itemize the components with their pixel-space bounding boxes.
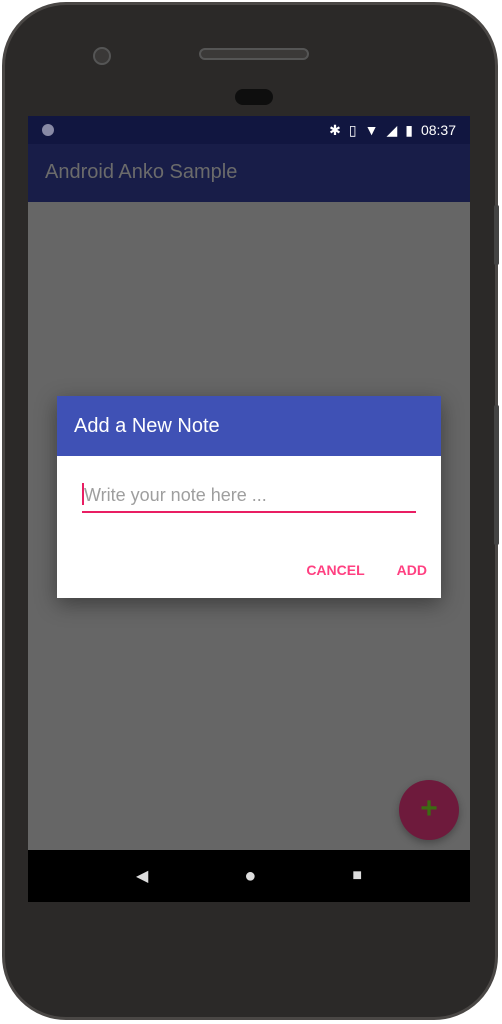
bluetooth-icon: ✱ — [329, 121, 341, 138]
volume-button[interactable] — [494, 405, 499, 545]
add-button[interactable]: ADD — [397, 562, 427, 578]
proximity-sensor — [235, 89, 273, 105]
plus-icon: + — [420, 792, 438, 825]
wifi-icon: ▼ — [364, 122, 379, 138]
signal-icon: ◢ — [386, 121, 398, 138]
dialog-title: Add a New Note — [57, 396, 441, 456]
app-title: Android Anko Sample — [45, 161, 238, 183]
vibrate-icon: ▯ — [348, 121, 357, 138]
notification-dot-icon — [42, 124, 54, 136]
add-note-dialog: Add a New Note Write your note here ... … — [57, 396, 441, 598]
back-button[interactable]: ◀ — [136, 866, 148, 886]
status-bar: ✱ ▯ ▼ ◢ ▮ 08:37 — [28, 116, 470, 144]
battery-charging-icon: ▮ — [405, 121, 413, 138]
screen: ✱ ▯ ▼ ◢ ▮ 08:37 Android Anko Sample Add … — [28, 116, 470, 902]
app-bar: Android Anko Sample — [28, 144, 470, 202]
front-camera — [93, 47, 111, 65]
navigation-bar: ◀ ● ■ — [28, 850, 470, 902]
cancel-button[interactable]: CANCEL — [306, 562, 364, 578]
add-note-fab[interactable]: + — [399, 780, 459, 840]
home-button[interactable]: ● — [244, 865, 256, 888]
power-button[interactable] — [494, 205, 499, 265]
recents-button[interactable]: ■ — [352, 867, 362, 885]
earpiece-speaker — [199, 48, 309, 60]
clock: 08:37 — [420, 122, 456, 138]
note-input[interactable]: Write your note here ... — [82, 481, 416, 513]
